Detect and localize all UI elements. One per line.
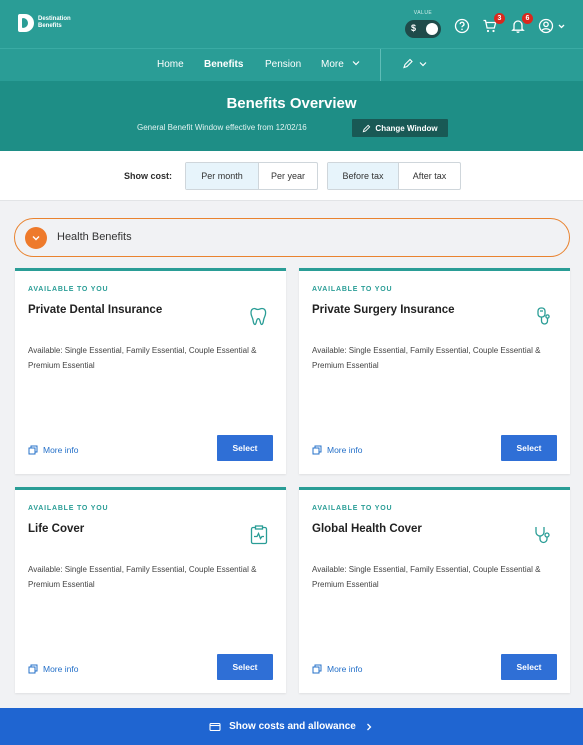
chevron-down-icon — [352, 61, 360, 66]
notification-bell-icon[interactable]: 6 — [510, 13, 533, 34]
accordion-title: Health Benefits — [57, 231, 132, 243]
chevron-down-icon — [419, 62, 427, 67]
per-month-button[interactable]: Per month — [186, 163, 258, 189]
logo-text: Destination Benefits — [38, 16, 71, 29]
copy-icon — [28, 664, 38, 674]
benefit-window-text: General Benefit Window effective from 12… — [137, 123, 307, 132]
card-description: Available: Single Essential, Family Esse… — [28, 346, 257, 370]
main-nav: Home Benefits Pension More — [0, 48, 583, 82]
page-title: Benefits Overview — [226, 95, 357, 112]
card-description: Available: Single Essential, Family Esse… — [312, 565, 541, 589]
health-benefits-accordion[interactable]: Health Benefits — [14, 218, 570, 257]
nav-home[interactable]: Home — [157, 59, 184, 70]
value-label: VALUE — [413, 10, 433, 16]
card-title: Private Surgery Insurance — [312, 304, 455, 316]
toggle-dollar-label: $ — [411, 23, 417, 33]
logo-mark — [18, 14, 34, 32]
pencil-icon — [363, 124, 371, 132]
card-eyebrow: AVAILABLE TO YOU — [312, 505, 393, 512]
notification-badge: 6 — [522, 13, 533, 24]
nav-benefits[interactable]: Benefits — [204, 59, 243, 70]
tooth-icon — [248, 305, 270, 327]
card-eyebrow: AVAILABLE TO YOU — [28, 286, 109, 293]
change-window-label: Change Window — [375, 123, 438, 133]
currency-toggle[interactable]: $ — [405, 20, 441, 38]
nav-more-label: More — [321, 59, 344, 70]
nav-more[interactable]: More — [321, 59, 361, 70]
show-costs-bar[interactable]: Show costs and allowance — [0, 708, 583, 745]
select-button[interactable]: Select — [501, 435, 557, 461]
show-cost-label: Show cost: — [124, 171, 173, 181]
cart-icon[interactable]: 3 — [482, 13, 505, 34]
select-button[interactable]: Select — [217, 435, 273, 461]
period-toggle: Per month Per year — [185, 162, 318, 190]
card-title: Private Dental Insurance — [28, 304, 163, 316]
more-info-link[interactable]: More info — [28, 664, 78, 674]
more-info-label: More info — [43, 664, 79, 674]
logo[interactable]: Destination Benefits — [18, 14, 88, 32]
more-info-label: More info — [43, 445, 79, 455]
more-info-label: More info — [327, 664, 363, 674]
benefit-card: AVAILABLE TO YOU Private Surgery Insuran… — [299, 268, 570, 474]
page-header: Benefits Overview General Benefit Window… — [0, 81, 583, 151]
more-info-link[interactable]: More info — [312, 445, 362, 455]
nav-pension[interactable]: Pension — [265, 59, 301, 70]
top-bar: Destination Benefits VALUE $ 3 6 — [0, 0, 583, 48]
card-eyebrow: AVAILABLE TO YOU — [28, 505, 109, 512]
after-tax-button[interactable]: After tax — [398, 163, 460, 189]
more-info-label: More info — [327, 445, 363, 455]
user-avatar-icon — [538, 18, 565, 34]
toggle-knob — [426, 23, 438, 35]
card-title: Life Cover — [28, 523, 85, 535]
benefit-card: AVAILABLE TO YOU Global Health Cover Ava… — [299, 487, 570, 693]
chevron-down-icon — [32, 236, 40, 241]
more-info-link[interactable]: More info — [28, 445, 78, 455]
pencil-icon — [403, 58, 413, 69]
wallet-icon — [209, 722, 221, 731]
select-button[interactable]: Select — [217, 654, 273, 680]
benefit-card: AVAILABLE TO YOU Life Cover Available: S… — [15, 487, 286, 693]
clipboard-pulse-icon — [248, 524, 270, 546]
nav-divider — [380, 49, 381, 82]
cost-options-bar: Show cost: Per month Per year Before tax… — [0, 151, 583, 201]
cart-badge: 3 — [494, 13, 505, 24]
before-tax-button[interactable]: Before tax — [328, 163, 398, 189]
nav-edit-menu[interactable] — [402, 58, 430, 73]
stethoscope-icon — [532, 524, 554, 546]
more-info-link[interactable]: More info — [312, 664, 362, 674]
card-description: Available: Single Essential, Family Esse… — [28, 565, 257, 589]
copy-icon — [312, 445, 322, 455]
copy-icon — [312, 664, 322, 674]
help-icon[interactable] — [454, 18, 470, 34]
card-description: Available: Single Essential, Family Esse… — [312, 346, 541, 370]
accordion-toggle[interactable] — [25, 227, 47, 249]
user-menu[interactable] — [538, 18, 568, 34]
change-window-button[interactable]: Change Window — [352, 119, 448, 137]
tax-toggle: Before tax After tax — [327, 162, 461, 190]
card-title: Global Health Cover — [312, 523, 422, 535]
show-costs-label: Show costs and allowance — [229, 721, 356, 732]
per-year-button[interactable]: Per year — [258, 163, 317, 189]
surgery-icon — [532, 305, 554, 327]
copy-icon — [28, 445, 38, 455]
chevron-right-icon — [366, 723, 372, 730]
benefit-card: AVAILABLE TO YOU Private Dental Insuranc… — [15, 268, 286, 474]
select-button[interactable]: Select — [501, 654, 557, 680]
card-eyebrow: AVAILABLE TO YOU — [312, 286, 393, 293]
